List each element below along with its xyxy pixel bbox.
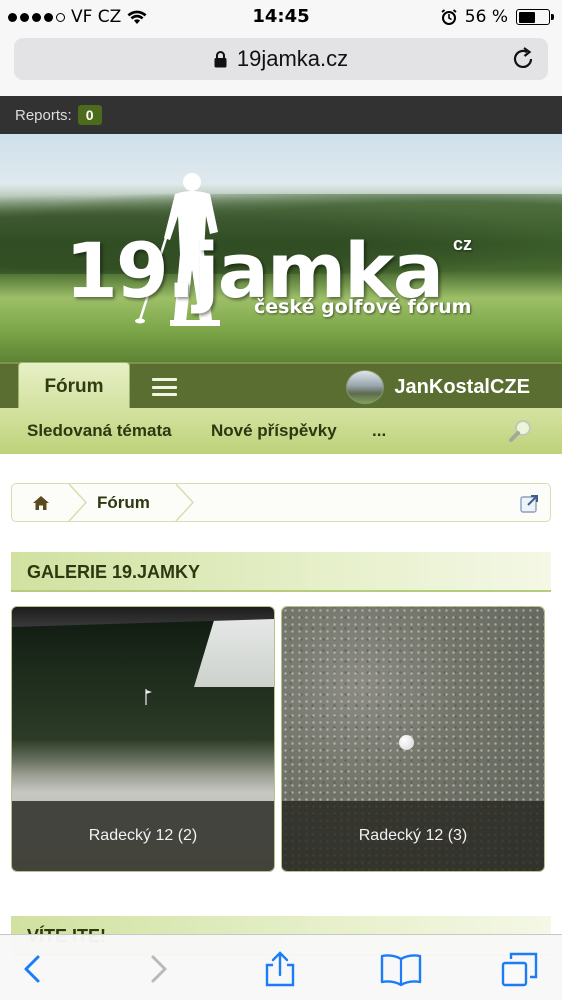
site-logo-tld: cz	[453, 234, 473, 254]
forward-icon[interactable]	[140, 951, 176, 987]
browser-chrome: 19jamka.cz	[0, 34, 562, 96]
bookmarks-icon[interactable]	[380, 951, 422, 987]
search-icon[interactable]	[508, 418, 534, 444]
sub-nav: Sledovaná témata Nové příspěvky ...	[0, 408, 562, 454]
gallery-heading: GALERIE 19.JAMKY	[11, 552, 551, 592]
subnav-watched-threads[interactable]: Sledovaná témata	[27, 421, 172, 441]
site-banner[interactable]: 19.jamka cz české golfové fórum	[0, 134, 562, 362]
main-nav: Fórum JanKostalCZE	[0, 362, 562, 410]
battery-icon	[516, 9, 554, 25]
breadcrumb: Fórum	[11, 483, 551, 522]
jump-to-icon[interactable]	[520, 493, 540, 513]
breadcrumb-home[interactable]	[12, 484, 70, 521]
browser-toolbar	[0, 934, 562, 1000]
tabs-icon[interactable]	[500, 951, 540, 987]
status-right: 56 %	[441, 7, 554, 27]
gallery-caption[interactable]: Radecký 12 (3)	[282, 801, 544, 871]
home-icon	[33, 495, 49, 510]
menu-icon[interactable]	[152, 378, 177, 396]
golf-ball	[399, 735, 414, 750]
subnav-new-posts[interactable]: Nové příspěvky	[211, 421, 337, 441]
subnav-more[interactable]: ...	[372, 421, 386, 441]
gallery-caption[interactable]: Radecký 12 (2)	[12, 801, 274, 871]
username: JanKostalCZE	[394, 375, 530, 398]
breadcrumb-separator	[68, 484, 88, 521]
alarm-icon	[441, 9, 457, 25]
tab-forum[interactable]: Fórum	[18, 362, 130, 410]
site-tagline: české golfové fórum	[254, 296, 472, 318]
reports-count-badge[interactable]: 0	[77, 105, 102, 125]
url-text: 19jamka.cz	[236, 46, 349, 71]
reports-bar: Reports: 0	[0, 96, 562, 134]
gallery-item[interactable]: Radecký 12 (3)	[281, 606, 545, 872]
status-bar: VF CZ 14:45 56 %	[0, 0, 562, 34]
gallery-item[interactable]: Radecký 12 (2)	[11, 606, 275, 872]
address-bar[interactable]: 19jamka.cz	[14, 38, 548, 80]
battery-percent: 56 %	[464, 7, 508, 27]
battery-level	[518, 11, 535, 23]
back-icon[interactable]	[16, 951, 52, 987]
user-menu[interactable]: JanKostalCZE	[346, 370, 530, 404]
reports-label[interactable]: Reports:	[15, 107, 72, 124]
breadcrumb-forum[interactable]: Fórum	[97, 493, 150, 513]
breadcrumb-separator	[175, 484, 195, 521]
flag-icon	[145, 689, 152, 705]
avatar	[346, 370, 385, 404]
lock-icon	[214, 50, 227, 67]
reload-icon[interactable]	[510, 46, 536, 72]
share-icon[interactable]	[262, 951, 298, 987]
